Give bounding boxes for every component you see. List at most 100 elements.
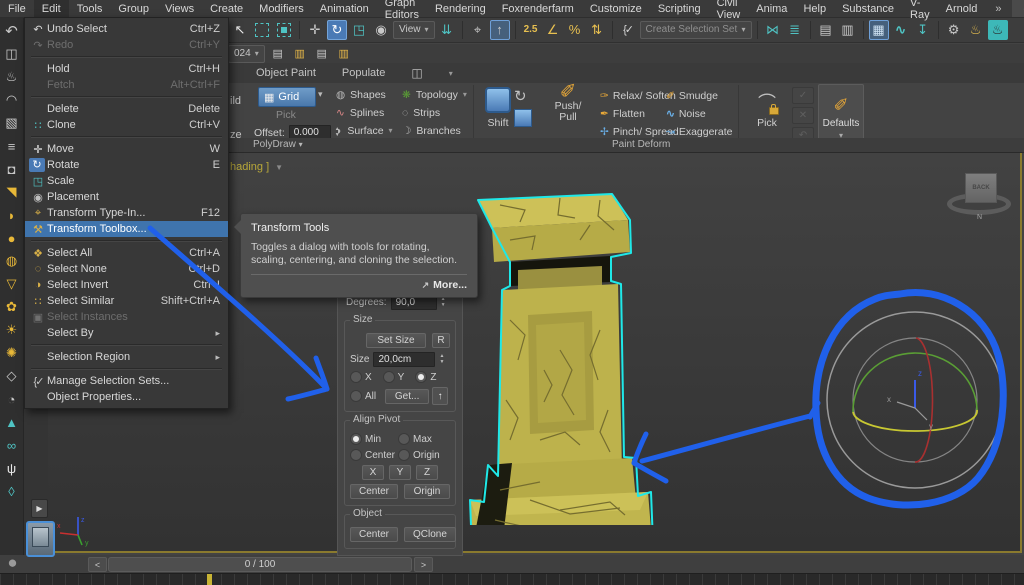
cube-icon[interactable] (2, 113, 22, 133)
menu-arnold[interactable]: Arnold (938, 0, 986, 17)
shift-rotate-icon[interactable] (514, 87, 532, 105)
tab-populate[interactable]: Populate (342, 67, 385, 79)
sphere-light-icon[interactable] (2, 228, 22, 248)
viewcube[interactable]: BACK N (943, 171, 1023, 223)
chevron-down-icon[interactable]: ▾ (449, 69, 453, 78)
grid-dropdown-caret[interactable]: ▾ (318, 89, 323, 100)
prev-frame-button[interactable]: < (88, 557, 107, 572)
menu-rendering[interactable]: Rendering (427, 0, 494, 17)
size-x-radio[interactable] (350, 371, 362, 383)
align-origin-radio[interactable] (398, 449, 410, 461)
layer-explorer-icon[interactable] (838, 20, 858, 40)
menu-item-scale[interactable]: Scale (25, 173, 228, 189)
menu-item-selection-region[interactable]: Selection Region (25, 349, 228, 365)
menu-item-move[interactable]: MoveW (25, 141, 228, 157)
angle-snap-icon[interactable] (543, 20, 563, 40)
menu-item-select-by[interactable]: Select By (25, 325, 228, 341)
expand-panel-button[interactable]: ▶ (31, 499, 48, 518)
menu-vray[interactable]: V-Ray (902, 0, 938, 17)
paint-pick-button[interactable]: Pick (748, 89, 786, 129)
align-x-button[interactable]: X (362, 465, 384, 480)
placement-icon[interactable] (371, 20, 391, 40)
track-bar-key-marker[interactable] (207, 574, 212, 585)
menu-customize[interactable]: Customize (582, 0, 650, 17)
geosphere-icon[interactable] (2, 251, 22, 271)
pivot-center-icon[interactable] (468, 20, 488, 40)
explorer-link-icon[interactable] (313, 46, 331, 62)
shift-scale-icon[interactable] (514, 109, 532, 127)
pie-icon[interactable] (2, 389, 22, 409)
grid-button[interactable]: Grid (258, 87, 316, 107)
percent-snap-icon[interactable] (565, 20, 585, 40)
ribbon-toggle-icon[interactable] (869, 20, 889, 40)
qclone-button[interactable]: QClone (404, 527, 456, 542)
autosave-icon[interactable] (2, 44, 22, 64)
menu-animation[interactable]: Animation (312, 0, 377, 17)
polydraw-panel-label[interactable]: PolyDraw ▾ (253, 139, 303, 150)
rotate-gizmo[interactable]: z x y (815, 290, 1015, 515)
named-sets-icon[interactable] (618, 20, 638, 40)
menu-modifiers[interactable]: Modifiers (251, 0, 312, 17)
viewport-filter-icon[interactable] (275, 161, 283, 173)
menu-anima[interactable]: Anima (748, 0, 795, 17)
shapes-button[interactable]: Shapes (336, 87, 393, 102)
explorer-pin-icon[interactable] (335, 46, 353, 62)
pivot-up-icon[interactable] (490, 20, 510, 40)
tab-object-paint[interactable]: Object Paint (256, 67, 316, 79)
menu-item-object-properties[interactable]: Object Properties... (25, 389, 228, 405)
set-size-button[interactable]: Set Size (366, 333, 426, 348)
select-cursor-icon[interactable] (230, 20, 250, 40)
viewport-label[interactable]: hading ] (230, 161, 283, 173)
menu-scripting[interactable]: Scripting (650, 0, 709, 17)
menubar-overflow-chevron[interactable]: » (985, 0, 1011, 17)
dome-light-icon[interactable] (2, 205, 22, 225)
spinner-snap-icon[interactable] (587, 20, 607, 40)
align-center-radio[interactable] (350, 449, 362, 461)
commit-check-icon[interactable]: ✓ (792, 87, 814, 104)
render-setup-icon[interactable] (944, 20, 964, 40)
viewcube-cube[interactable]: BACK (965, 173, 997, 203)
menu-item-fetch[interactable]: FetchAlt+Ctrl+F (25, 77, 228, 93)
menu-item-transform-type-in[interactable]: Transform Type-In...F12 (25, 205, 228, 221)
next-frame-button[interactable]: > (414, 557, 433, 572)
align-max-radio[interactable] (398, 433, 410, 445)
snap-toggle-icon[interactable]: 2.5 (521, 20, 541, 40)
commit-cancel-icon[interactable]: ✕ (792, 107, 814, 124)
menu-item-undo-select[interactable]: Undo SelectCtrl+Z (25, 21, 228, 37)
noise-button[interactable]: Noise (666, 107, 733, 120)
strips-button[interactable]: Strips (402, 105, 467, 120)
menu-item-redo[interactable]: RedoCtrl+Y (25, 37, 228, 53)
paint-deform-panel-label[interactable]: Paint Deform (612, 139, 670, 150)
user-account-chip[interactable]: Alejandro Alaiza ▾ (1012, 0, 1024, 17)
selection-set-dropdown[interactable]: Create Selection Set ▾ (640, 21, 752, 39)
menu-tools[interactable]: Tools (69, 0, 111, 17)
curve-editor-icon[interactable] (891, 20, 911, 40)
undo-history-icon[interactable] (2, 21, 22, 41)
scale-icon[interactable] (349, 20, 369, 40)
menu-item-manage-selection-sets[interactable]: Manage Selection Sets... (25, 373, 228, 389)
align-min-radio[interactable] (350, 433, 362, 445)
size-z-radio[interactable] (415, 371, 427, 383)
size-spinner[interactable]: ▲▼ (439, 354, 444, 365)
workspace-dropdown[interactable]: 024 ▾ (228, 45, 265, 63)
tower-icon[interactable] (2, 412, 22, 432)
rendered-frame-icon[interactable] (966, 20, 986, 40)
subtract-select-icon[interactable] (274, 20, 294, 40)
object-center-button[interactable]: Center (350, 527, 398, 542)
menu-item-select-all[interactable]: Select AllCtrl+A (25, 245, 228, 261)
size-field[interactable]: 20,0cm (373, 352, 435, 367)
menu-foxrenderfarm[interactable]: Foxrenderfarm (494, 0, 582, 17)
grass-icon[interactable] (2, 458, 22, 478)
menu-help[interactable]: Help (795, 0, 834, 17)
menu-item-select-none[interactable]: Select NoneCtrl+D (25, 261, 228, 277)
menu-civil-view[interactable]: Civil View (709, 0, 749, 17)
align-icon[interactable] (785, 20, 805, 40)
branches-button[interactable]: Branches (402, 123, 467, 138)
push-pull-button[interactable]: Push/ Pull (546, 87, 590, 123)
material-orb[interactable] (1, 553, 24, 585)
binoculars-icon[interactable] (2, 435, 22, 455)
menu-item-select-instances[interactable]: Select Instances (25, 309, 228, 325)
size-y-radio[interactable] (383, 371, 395, 383)
menu-item-rotate[interactable]: RotateE (25, 157, 228, 173)
menu-item-transform-toolbox[interactable]: Transform Toolbox... (25, 221, 228, 237)
